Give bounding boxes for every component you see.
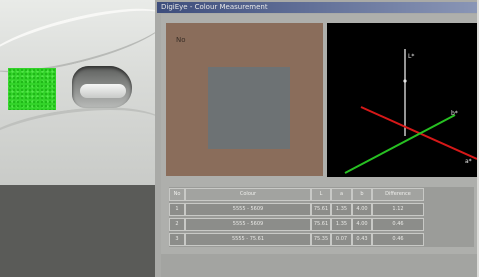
green-measurement-patch xyxy=(8,68,56,110)
window-title: DigiEye - Colour Measurement xyxy=(161,3,268,11)
l-axis-label: L* xyxy=(408,53,414,60)
lab-axes-svg: L* b* a* xyxy=(344,49,477,174)
cell-colour: 5555 - 5609 xyxy=(185,218,311,231)
cell-b: 4.00 xyxy=(352,218,372,231)
table-row[interactable]: 2 5555 - 5609 75.61 1.35 4.00 0.46 xyxy=(169,217,474,232)
cell-l: 75.35 xyxy=(311,233,331,246)
b-axis-label: b* xyxy=(451,110,458,117)
column-header-difference[interactable]: Difference xyxy=(372,188,424,201)
camera-photo xyxy=(0,0,155,277)
cell-a: 1.35 xyxy=(331,218,352,231)
cell-difference: 1.12 xyxy=(372,203,424,216)
table-row[interactable]: 3 5555 - 75.61 75.35 0.07 0.43 0.46 xyxy=(169,232,474,247)
door-handle-lever xyxy=(80,84,126,98)
table-row[interactable]: 1 5555 - 5609 75.61 1.35 4.00 1.12 xyxy=(169,202,474,217)
cell-a: 0.07 xyxy=(331,233,352,246)
cell-colour: 5555 - 75.61 xyxy=(185,233,311,246)
colour-space-plot: L* b* a* xyxy=(327,23,477,177)
cell-no: 2 xyxy=(169,218,185,231)
cell-l: 75.61 xyxy=(311,203,331,216)
colour-sample-preview: No xyxy=(166,23,323,176)
cell-a: 1.35 xyxy=(331,203,352,216)
a-axis-label: a* xyxy=(465,158,472,165)
table-header-row: No Colour L a b Difference xyxy=(169,187,474,202)
column-header-b[interactable]: b xyxy=(352,188,372,201)
l-axis-marker xyxy=(403,79,407,83)
column-header-colour[interactable]: Colour xyxy=(185,188,311,201)
column-header-a[interactable]: a xyxy=(331,188,352,201)
cell-no: 3 xyxy=(169,233,185,246)
column-header-l[interactable]: L xyxy=(311,188,331,201)
cell-no: 1 xyxy=(169,203,185,216)
cell-difference: 0.46 xyxy=(372,218,424,231)
status-area xyxy=(161,254,479,277)
column-header-no[interactable]: No xyxy=(169,188,185,201)
cell-b: 4.00 xyxy=(352,203,372,216)
window-client-area: No L* b* a* No Colour L a b Difference 1… xyxy=(161,14,479,277)
measurement-window: DigiEye - Colour Measurement No L* b* a*… xyxy=(155,0,479,277)
title-bar[interactable]: DigiEye - Colour Measurement xyxy=(157,2,479,13)
cell-colour: 5555 - 5609 xyxy=(185,203,311,216)
cell-b: 0.43 xyxy=(352,233,372,246)
background-surface xyxy=(0,185,155,277)
sample-label: No xyxy=(176,36,186,44)
results-table: No Colour L a b Difference 1 5555 - 5609… xyxy=(169,187,474,247)
sample-center-swatch xyxy=(208,67,290,149)
cell-l: 75.61 xyxy=(311,218,331,231)
cell-difference: 0.46 xyxy=(372,233,424,246)
